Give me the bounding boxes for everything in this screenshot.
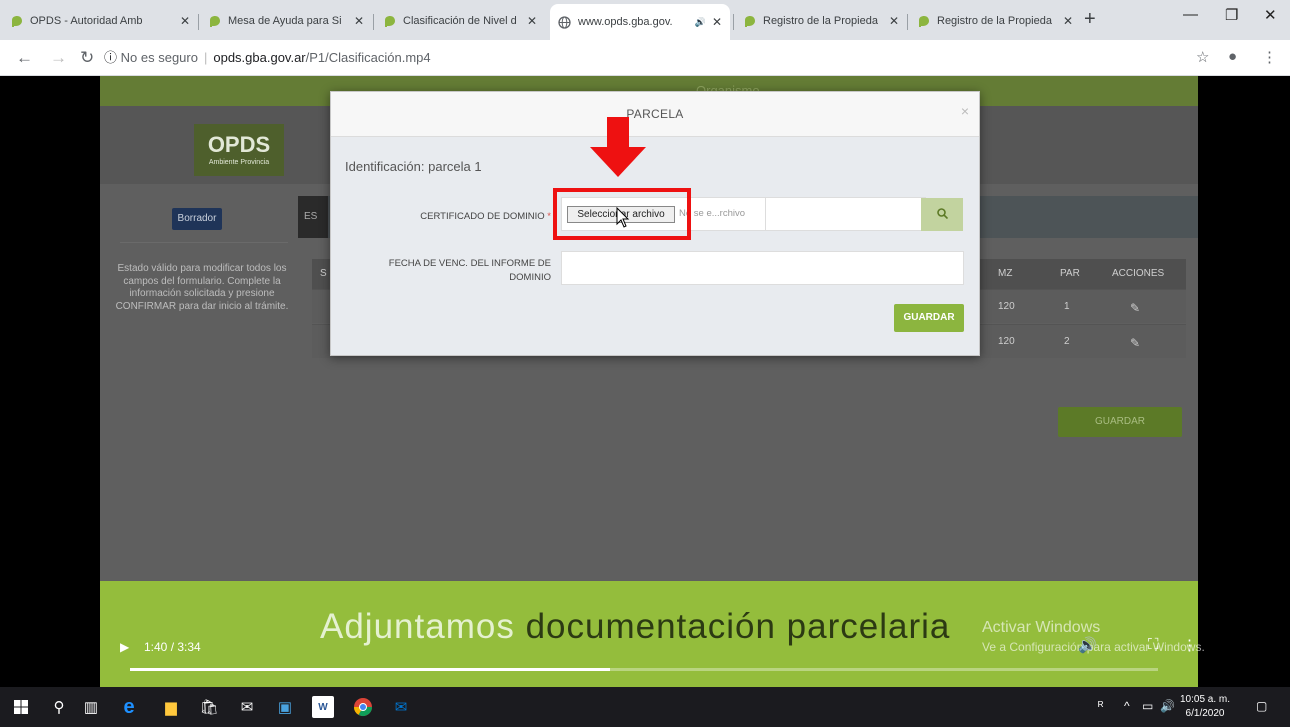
close-tab-icon[interactable]: ✕	[889, 14, 899, 28]
security-label: No es seguro	[120, 50, 198, 65]
profile-icon[interactable]: ●	[1228, 48, 1237, 65]
cert-label: CERTIFICADO DE DOMINIO *	[420, 211, 551, 222]
url-host: opds.gba.gov.ar	[213, 50, 306, 65]
side-help-text: Estado válido para modificar todos los c…	[115, 263, 289, 312]
store-icon[interactable]: 🛍	[198, 696, 220, 718]
due-date-field[interactable]	[561, 251, 964, 285]
volume-icon[interactable]: 🔊	[1078, 636, 1097, 654]
close-icon[interactable]: ×	[961, 103, 969, 119]
globe-icon	[558, 15, 571, 29]
browser-tab-active[interactable]: www.opds.gba.gov. 🔊 ✕	[550, 4, 730, 40]
people-icon[interactable]: ᴿ	[1098, 699, 1103, 713]
close-tab-icon[interactable]: ✕	[180, 14, 190, 28]
play-icon[interactable]: ▶	[120, 640, 129, 654]
file-explorer-icon[interactable]: ▆	[160, 696, 182, 718]
forward-icon[interactable]: →	[50, 48, 67, 68]
taskbar: ⚲ ▥ e ▆ 🛍 ✉ ▣ W ✉ ᴿ ^ ▭ 🔊 10:05 a. m. 6/…	[0, 687, 1290, 727]
back-icon[interactable]: ←	[16, 48, 33, 68]
omnibox[interactable]: ⓘ No es seguro | opds.gba.gov.ar/P1/Clasif…	[104, 46, 1184, 70]
save-button[interactable]: GUARDAR	[894, 304, 964, 332]
windows-start-icon[interactable]	[10, 696, 32, 718]
opds-logo: OPDS Ambiente Provincia	[194, 124, 284, 176]
taskbar-clock[interactable]: 10:05 a. m. 6/1/2020	[1180, 693, 1230, 721]
tab-es: ES	[298, 196, 328, 238]
mouse-cursor-icon	[616, 207, 630, 228]
modal-title: PARCELA	[626, 107, 684, 121]
opds-favicon	[12, 15, 22, 27]
info-icon[interactable]: ⓘ	[104, 50, 117, 65]
video-player[interactable]: Organismo OPDS Ambiente Provincia Borrad…	[0, 76, 1290, 687]
new-tab-button[interactable]: +	[1084, 8, 1096, 31]
identification-label: Identificación: parcela 1	[345, 159, 482, 174]
word-icon[interactable]: W	[312, 696, 334, 718]
opds-favicon	[210, 15, 220, 27]
outlook-icon[interactable]: ✉	[390, 696, 412, 718]
close-tab-icon[interactable]: ✕	[527, 14, 537, 28]
video-caption: Adjuntamos documentación parcelaria	[320, 607, 951, 646]
fullscreen-icon[interactable]: ⛶	[1148, 636, 1159, 653]
task-view-icon[interactable]: ▥	[80, 696, 102, 718]
more-options-icon[interactable]: ⋮	[1182, 636, 1197, 654]
volume-tray-icon[interactable]: 🔊	[1160, 699, 1175, 713]
mail-icon[interactable]: ✉	[236, 696, 258, 718]
browser-tab[interactable]: Registro de la Propieda ✕	[909, 6, 1081, 36]
url-path: /P1/Clasificación.mp4	[305, 50, 431, 65]
search-icon[interactable]	[921, 198, 963, 231]
minimize-icon[interactable]: —	[1183, 6, 1198, 23]
video-progress-fill	[130, 668, 611, 671]
notification-icon[interactable]: ▢	[1256, 699, 1267, 713]
close-tab-icon[interactable]: ✕	[712, 15, 722, 29]
background-save-button: GUARDAR	[1058, 407, 1182, 437]
date-label: FECHA DE VENC. DEL INFORME DE DOMINIO	[388, 258, 551, 283]
tab-strip: OPDS - Autoridad Amb ✕ Mesa de Ayuda par…	[0, 0, 1290, 40]
network-icon[interactable]: ▭	[1142, 699, 1153, 713]
address-bar: ← → ↻ ⓘ No es seguro | opds.gba.gov.ar/P1/…	[0, 40, 1290, 76]
video-progress-bar[interactable]	[130, 668, 1158, 671]
browser-tab[interactable]: Clasificación de Nivel d ✕	[375, 6, 545, 36]
reload-icon[interactable]: ↻	[80, 48, 94, 68]
opds-favicon	[385, 15, 395, 27]
bookmark-star-icon[interactable]: ☆	[1196, 48, 1209, 66]
chrome-icon[interactable]	[352, 696, 374, 718]
opds-favicon	[919, 15, 929, 27]
search-icon[interactable]: ⚲	[48, 696, 70, 718]
app-icon[interactable]: ▣	[274, 696, 296, 718]
close-window-icon[interactable]: ✕	[1264, 6, 1277, 24]
close-tab-icon[interactable]: ✕	[354, 14, 364, 28]
opds-favicon	[745, 15, 755, 27]
menu-kebab-icon[interactable]: ⋮	[1262, 48, 1277, 66]
edit-icon[interactable]: ✎	[1130, 336, 1140, 350]
red-arrow-icon	[590, 117, 646, 177]
browser-tab[interactable]: Registro de la Propieda ✕	[735, 6, 907, 36]
audio-playing-icon[interactable]: 🔊	[695, 17, 706, 28]
browser-tab[interactable]: Mesa de Ayuda para Si ✕	[200, 6, 372, 36]
chevron-up-icon[interactable]: ^	[1124, 699, 1130, 713]
browser-tab[interactable]: OPDS - Autoridad Amb ✕	[2, 6, 198, 36]
edit-icon[interactable]: ✎	[1130, 301, 1140, 315]
draft-badge: Borrador	[172, 208, 222, 230]
edge-icon[interactable]: e	[118, 696, 140, 718]
video-time: 1:40 / 3:34	[144, 640, 201, 654]
restore-icon[interactable]: ❐	[1225, 6, 1238, 24]
close-tab-icon[interactable]: ✕	[1063, 14, 1073, 28]
modal-header: PARCELA ×	[331, 92, 979, 137]
